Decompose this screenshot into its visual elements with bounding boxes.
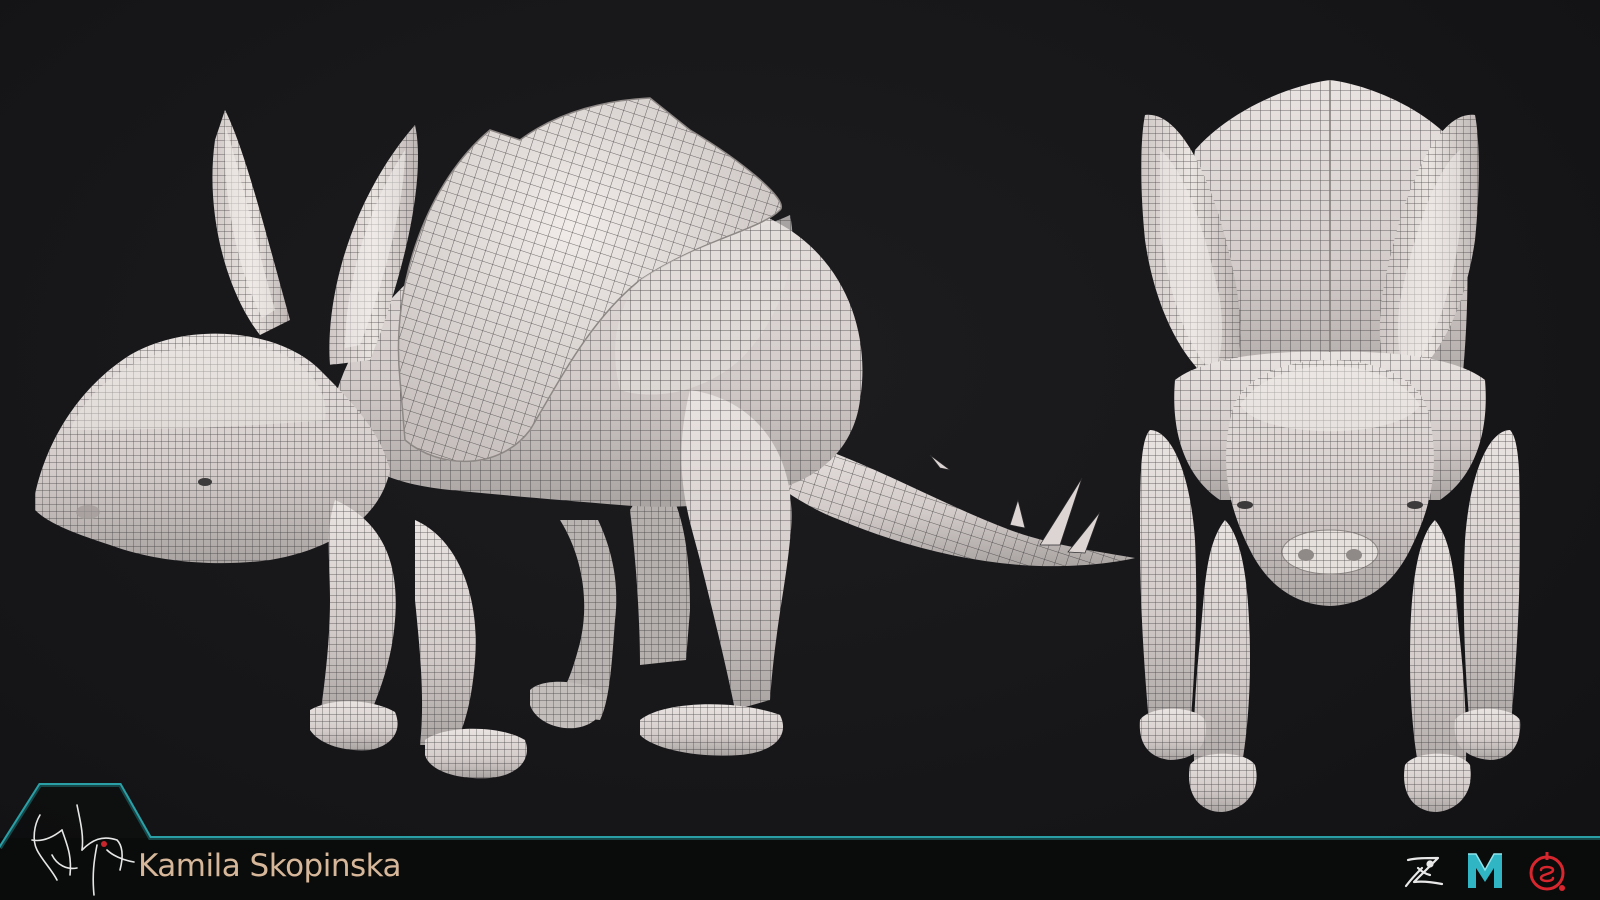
side-view-nostril <box>76 505 100 519</box>
side-view-model <box>35 97 1135 779</box>
side-view-near-front-leg <box>310 500 527 779</box>
maya-icon <box>1468 853 1502 888</box>
front-view-right-eye <box>1407 501 1423 509</box>
side-view-far-legs <box>530 470 690 729</box>
front-view-left-eye <box>1237 501 1253 509</box>
front-view-model <box>1139 80 1521 812</box>
zbrush-icon <box>1404 856 1444 888</box>
portfolio-render-canvas: Kamila Skopinska <box>0 0 1600 900</box>
artist-logo <box>31 804 135 896</box>
model-renders <box>35 80 1521 812</box>
artist-name: Kamila Skopinska <box>138 848 402 884</box>
substance-painter-icon <box>1529 852 1565 891</box>
side-view-eye <box>198 478 212 486</box>
front-view-nostril-right <box>1346 549 1362 561</box>
front-view-nostril-left <box>1298 549 1314 561</box>
software-icons <box>1400 848 1570 894</box>
